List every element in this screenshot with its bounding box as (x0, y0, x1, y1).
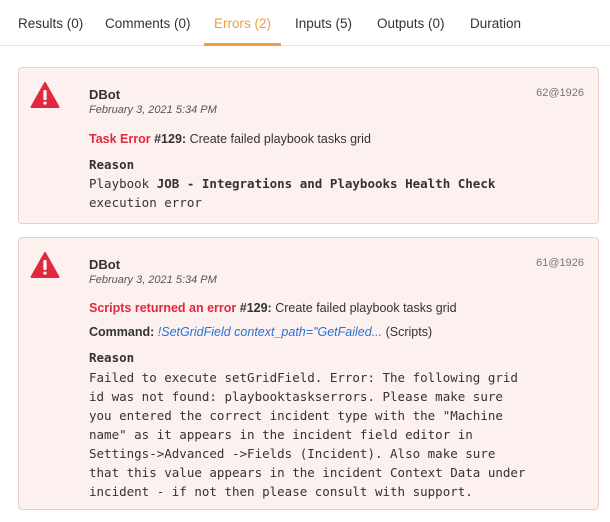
entry-tabs: Results (0) Comments (0) Errors (2) Inpu… (0, 0, 610, 46)
command-line: Command: !SetGridField context_path="Get… (89, 325, 432, 339)
task-name: Create failed playbook tasks grid (189, 132, 371, 146)
reason-text: Failed to execute setGridField. Error: T… (89, 368, 526, 501)
task-number: #129: (154, 132, 187, 146)
tab-duration[interactable]: Duration (470, 16, 521, 31)
tab-errors[interactable]: Errors (2) (214, 16, 271, 31)
reason-prefix: Playbook (89, 176, 157, 191)
error-type: Scripts returned an error (89, 301, 237, 315)
entry-id[interactable]: 62@1926 (536, 87, 584, 99)
tab-outputs[interactable]: Outputs (0) (377, 16, 445, 31)
command-label: Command: (89, 325, 155, 339)
reason-text: Playbook JOB - Integrations and Playbook… (89, 174, 495, 212)
reason-line: Failed to execute setGridField. Error: T… (89, 370, 518, 385)
error-entry: DBot February 3, 2021 5:34 PM 61@1926 Sc… (18, 237, 599, 510)
reason-label: Reason (89, 157, 135, 172)
warning-triangle-icon (30, 252, 60, 278)
active-tab-indicator (204, 43, 281, 46)
reason-line: incident - if not then please consult wi… (89, 484, 473, 499)
entry-date: February 3, 2021 5:34 PM (89, 104, 217, 116)
error-summary: Scripts returned an error #129: Create f… (89, 301, 457, 315)
command-source: (Scripts) (385, 325, 433, 339)
task-name: Create failed playbook tasks grid (275, 301, 457, 315)
command-link[interactable]: !SetGridField context_path="GetFailed... (158, 325, 382, 339)
reason-line: Settings->Advanced ->Fields (Incident). … (89, 446, 496, 461)
reason-line: you entered the correct incident type wi… (89, 408, 503, 423)
warning-triangle-icon (30, 82, 60, 108)
task-number: #129: (239, 301, 272, 315)
entry-id[interactable]: 61@1926 (536, 257, 584, 269)
tab-results[interactable]: Results (0) (18, 16, 83, 31)
reason-playbook-name: JOB - Integrations and Playbooks Health … (156, 176, 496, 191)
error-type: Task Error (89, 132, 151, 146)
entry-date: February 3, 2021 5:34 PM (89, 274, 217, 286)
reason-line: that this value appears in the incident … (89, 465, 526, 480)
entry-author: DBot (89, 257, 121, 272)
reason-line: id was not found: playbooktaskserrors. P… (89, 389, 503, 404)
reason-line: name" as it appears in the incident fiel… (89, 427, 473, 442)
error-summary: Task Error #129: Create failed playbook … (89, 132, 371, 146)
entry-author: DBot (89, 87, 121, 102)
reason-suffix: execution error (89, 195, 202, 210)
reason-label: Reason (89, 350, 135, 365)
error-entry: DBot February 3, 2021 5:34 PM 62@1926 Ta… (18, 67, 599, 224)
tab-comments[interactable]: Comments (0) (105, 16, 191, 31)
tab-inputs[interactable]: Inputs (5) (295, 16, 352, 31)
